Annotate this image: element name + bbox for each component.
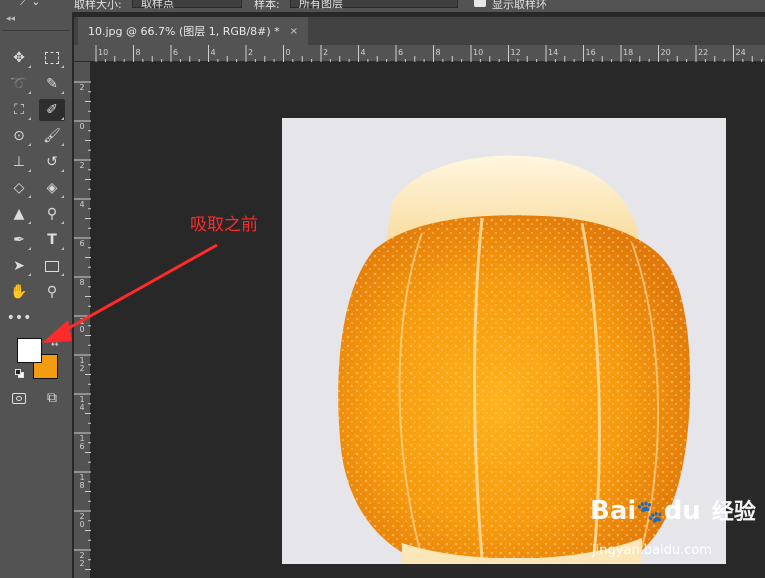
- foreground-color-swatch[interactable]: [17, 338, 42, 363]
- watermark-url: jingyan.baidu.com: [592, 543, 712, 558]
- watermark-brand: Bai: [590, 496, 637, 526]
- paw-icon: 🐾: [636, 500, 664, 525]
- watermark-cn: 经验: [711, 500, 756, 525]
- watermark-brand2: du: [663, 496, 701, 526]
- baidu-watermark: Bai🐾du 经验: [590, 494, 756, 526]
- annotation-arrow: [42, 243, 218, 343]
